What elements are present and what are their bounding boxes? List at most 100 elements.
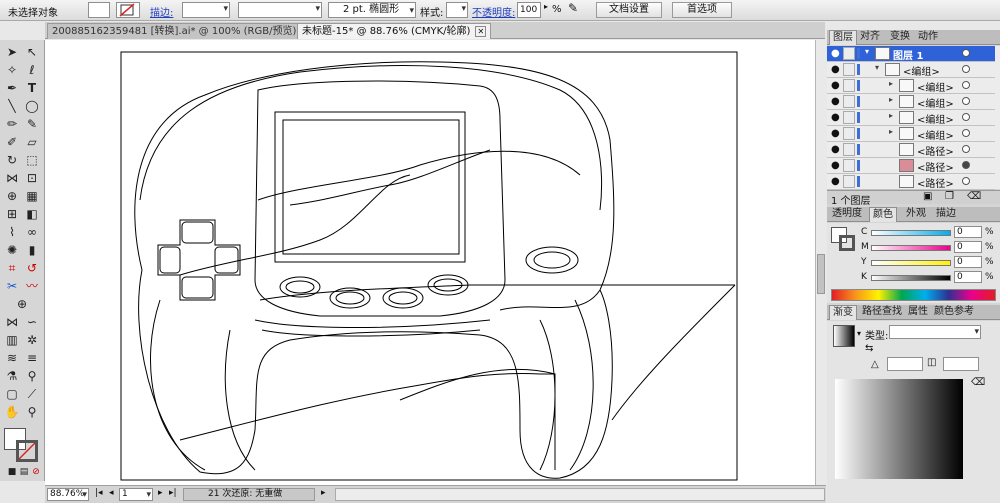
layer-row[interactable]: ● <路径> bbox=[827, 142, 995, 158]
color-stroke-box[interactable] bbox=[839, 235, 855, 251]
opacity-stepper[interactable]: ▸ bbox=[544, 2, 548, 18]
visibility-eye-icon[interactable]: ● bbox=[831, 112, 840, 123]
zoom-tool-icon[interactable]: ⚲ bbox=[22, 404, 42, 420]
gradient-aspect-input[interactable] bbox=[943, 357, 979, 371]
shape-builder-icon[interactable]: ⊕ bbox=[2, 188, 22, 204]
none-mode-icon[interactable]: ⊘ bbox=[26, 464, 46, 480]
gradient-slider[interactable] bbox=[835, 379, 963, 479]
delete-stop-icon[interactable]: ⌫ bbox=[971, 377, 985, 388]
magenta-slider[interactable]: M 0 % bbox=[861, 241, 996, 254]
layer-row[interactable]: ● ▸ <编组> bbox=[827, 78, 995, 94]
slice-tool-icon[interactable]: ↺ bbox=[22, 260, 42, 276]
visibility-eye-icon[interactable]: ● bbox=[831, 80, 840, 91]
gradient-angle-input[interactable] bbox=[887, 357, 923, 371]
tab-pathfinder[interactable]: 路径查找 bbox=[859, 305, 905, 320]
graph-icon[interactable]: ▥ bbox=[2, 332, 22, 348]
recolor-icon[interactable]: ✎ bbox=[568, 1, 578, 17]
gradient-type-dropdown[interactable] bbox=[889, 325, 981, 339]
document-setup-button[interactable]: 文档设置 bbox=[596, 2, 662, 18]
color-spectrum[interactable] bbox=[831, 289, 996, 301]
stroke-link[interactable]: 描边: bbox=[150, 4, 173, 20]
new-sublayer-icon[interactable]: ▣ bbox=[923, 191, 932, 202]
artboard-tool-icon[interactable]: ⌗ bbox=[2, 260, 22, 276]
tab-document-1[interactable]: 200885162359481 [转换].ai* @ 100% (RGB/预览)… bbox=[47, 23, 318, 39]
scissors-icon[interactable]: ✂ bbox=[2, 278, 22, 294]
stroke-weight-dropdown[interactable] bbox=[182, 2, 230, 18]
yellow-slider[interactable]: Y 0 % bbox=[861, 256, 996, 269]
reverse-gradient-icon[interactable]: ⇆ bbox=[865, 343, 873, 354]
line-tool-icon[interactable]: ╲ bbox=[2, 98, 22, 114]
tab-align[interactable]: 对齐 bbox=[857, 30, 883, 45]
layer-row[interactable]: ● <路径> bbox=[827, 174, 995, 190]
gradient-swatch[interactable] bbox=[833, 325, 855, 347]
twirl-icon[interactable]: ∽ bbox=[22, 314, 42, 330]
canvas-area[interactable] bbox=[45, 40, 815, 485]
gradient-tool-icon[interactable]: ◧ bbox=[22, 206, 42, 222]
new-layer-icon[interactable]: ❐ bbox=[945, 191, 954, 202]
scale-icon[interactable]: ⬚ bbox=[22, 152, 42, 168]
scroll-thumb[interactable] bbox=[817, 254, 825, 294]
visibility-eye-icon[interactable]: ● bbox=[831, 160, 840, 171]
eyedropper-icon[interactable]: ⌇ bbox=[2, 224, 22, 240]
tab-transform[interactable]: 变换 bbox=[887, 30, 913, 45]
wrinkle-icon[interactable]: ≋ bbox=[2, 350, 22, 366]
trash-icon[interactable]: ⌫ bbox=[967, 191, 981, 202]
opacity-input[interactable]: 100 bbox=[517, 2, 541, 18]
symbol-icon[interactable]: ⊕ bbox=[12, 296, 32, 312]
pen-tool-icon[interactable]: ✒ bbox=[2, 80, 22, 96]
layer-row[interactable]: ● ▾ 图层 1 bbox=[827, 46, 995, 62]
warp-icon[interactable]: 〰 bbox=[22, 278, 42, 294]
list-icon[interactable]: ≡ bbox=[22, 350, 42, 366]
last-page-icon[interactable]: ▸| bbox=[169, 488, 177, 501]
symbol-sprayer-icon[interactable]: ✺ bbox=[2, 242, 22, 258]
close-icon[interactable]: ✕ bbox=[475, 26, 487, 37]
tab-gradient[interactable]: 渐变 bbox=[829, 305, 857, 320]
mesh-tool-icon[interactable]: ⊞ bbox=[2, 206, 22, 222]
direct-selection-icon[interactable]: ↖ bbox=[22, 44, 42, 60]
zoom-dropdown[interactable]: 88.76% bbox=[47, 488, 89, 501]
lasso-icon[interactable]: ℓ bbox=[22, 62, 42, 78]
column-graph-icon[interactable]: ▮ bbox=[22, 242, 42, 258]
tab-layers[interactable]: 图层 bbox=[829, 30, 857, 45]
pencil-icon[interactable]: ✎ bbox=[22, 116, 42, 132]
first-page-icon[interactable]: |◂ bbox=[95, 488, 103, 501]
page-dropdown[interactable]: 1 bbox=[119, 488, 153, 501]
preferences-button[interactable]: 首选项 bbox=[672, 2, 732, 18]
type-tool-icon[interactable]: T bbox=[22, 80, 42, 96]
slice-icon[interactable]: ⟋ bbox=[22, 386, 42, 402]
black-slider[interactable]: K 0 % bbox=[861, 271, 996, 284]
brush-dropdown[interactable]: 2 pt. 椭圆形 bbox=[328, 2, 416, 18]
prev-page-icon[interactable]: ◂ bbox=[109, 488, 114, 501]
magenta-value[interactable]: 0 bbox=[954, 241, 982, 253]
tab-stroke[interactable]: 描边 bbox=[933, 207, 959, 222]
tab-appearance[interactable]: 外观 bbox=[903, 207, 929, 222]
live-paint-icon[interactable]: ⚗ bbox=[2, 368, 22, 384]
tab-color-guide[interactable]: 颜色参考 bbox=[931, 305, 977, 320]
magic-wand-icon[interactable]: ✧ bbox=[2, 62, 22, 78]
envelope-icon[interactable]: ⋈ bbox=[2, 314, 22, 330]
visibility-eye-icon[interactable]: ● bbox=[831, 128, 840, 139]
variable-width-dropdown[interactable] bbox=[238, 2, 322, 18]
style-dropdown[interactable] bbox=[446, 2, 468, 18]
selection-tool-icon[interactable]: ➤ bbox=[2, 44, 22, 60]
eraser-icon[interactable]: ▱ bbox=[22, 134, 42, 150]
yellow-value[interactable]: 0 bbox=[954, 256, 982, 268]
status-menu-icon[interactable]: ▸ bbox=[321, 488, 326, 501]
horizontal-scrollbar[interactable] bbox=[335, 488, 825, 501]
black-value[interactable]: 0 bbox=[954, 271, 982, 283]
next-page-icon[interactable]: ▸ bbox=[158, 488, 163, 501]
opacity-link[interactable]: 不透明度: bbox=[472, 4, 515, 20]
width-tool-icon[interactable]: ⋈ bbox=[2, 170, 22, 186]
tab-actions[interactable]: 动作 bbox=[915, 30, 941, 45]
blob-brush-icon[interactable]: ✐ bbox=[2, 134, 22, 150]
tab-transparency[interactable]: 透明度 bbox=[829, 207, 865, 222]
layer-row[interactable]: ● <路径> bbox=[827, 158, 995, 174]
tab-color[interactable]: 颜色 bbox=[869, 207, 897, 222]
cyan-slider[interactable]: C 0 % bbox=[861, 226, 996, 239]
ellipse-tool-icon[interactable]: ◯ bbox=[22, 98, 42, 114]
visibility-eye-icon[interactable]: ● bbox=[831, 176, 840, 187]
stroke-color-box[interactable] bbox=[16, 440, 38, 462]
vertical-scrollbar[interactable] bbox=[815, 40, 826, 485]
visibility-eye-icon[interactable]: ● bbox=[831, 64, 840, 75]
visibility-eye-icon[interactable]: ● bbox=[831, 48, 840, 59]
